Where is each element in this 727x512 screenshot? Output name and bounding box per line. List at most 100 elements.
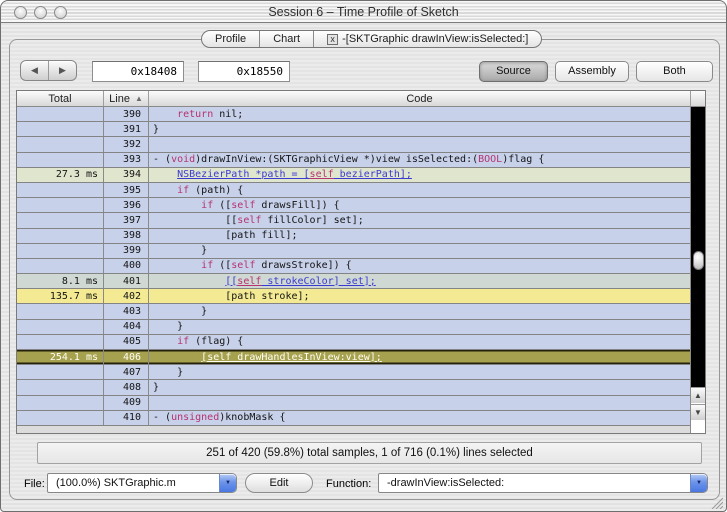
title-bar[interactable]: Session 6 – Time Profile of Sketch xyxy=(1,1,726,23)
code-cell: [self drawHandlesInView:view]; xyxy=(201,351,382,363)
table-row[interactable]: 408} xyxy=(17,380,690,396)
total-cell xyxy=(17,107,104,122)
table-row[interactable]: 254.1 ms 406 [self drawHandlesInView:view… xyxy=(17,350,690,366)
code-cell: [[self fillColor] set]; xyxy=(153,214,364,226)
table-row[interactable]: 405 if (flag) { xyxy=(17,334,690,350)
total-cell xyxy=(17,152,104,167)
line-number-cell: 402 xyxy=(104,289,149,304)
line-number-cell: 393 xyxy=(104,152,149,167)
code-cell xyxy=(149,396,690,410)
line-number-cell: 398 xyxy=(104,228,149,243)
tab-session[interactable]: x -[SKTGraphic drawInView:isSelected:] xyxy=(313,31,541,47)
total-cell xyxy=(17,410,104,425)
line-number-cell: 391 xyxy=(104,122,149,137)
line-number-cell: 407 xyxy=(104,365,149,380)
tab-session-label: -[SKTGraphic drawInView:isSelected:] xyxy=(342,33,529,45)
edit-button[interactable]: Edit xyxy=(245,473,313,493)
code-cell: - (unsigned)knobMask { xyxy=(153,412,286,424)
line-number-cell: 396 xyxy=(104,198,149,213)
both-view-button[interactable]: Both xyxy=(636,61,713,82)
total-cell xyxy=(17,182,104,198)
table-row[interactable]: 391} xyxy=(17,122,690,138)
line-number-cell: 406 xyxy=(104,350,149,365)
code-cell: if ([self drawsFill]) { xyxy=(201,199,340,211)
table-row[interactable]: 409 xyxy=(17,395,690,411)
table-row[interactable]: 27.3 ms 394 NSBezierPath *path = [self be… xyxy=(17,167,690,183)
table-row[interactable]: 396 if ([self drawsFill]) { xyxy=(17,198,690,214)
function-popup[interactable]: -drawInView:isSelected: ▼ xyxy=(378,473,708,493)
code-cell: } xyxy=(153,306,208,318)
total-cell: 135.7 ms xyxy=(17,289,104,304)
end-address-field[interactable] xyxy=(198,61,290,82)
back-button[interactable]: ◀ xyxy=(21,61,48,80)
table-row[interactable]: 410 - (unsigned)knobMask { xyxy=(17,410,690,426)
source-view-button[interactable]: Source xyxy=(479,61,548,82)
table-row[interactable]: 395 if (path) { xyxy=(17,182,690,199)
table-row[interactable]: 407 } xyxy=(17,365,690,381)
scroll-up-button[interactable]: ▲ xyxy=(691,387,705,403)
column-header-total[interactable]: Total xyxy=(17,91,104,106)
column-header-line[interactable]: Line ▲ xyxy=(104,91,149,106)
forward-button[interactable]: ▶ xyxy=(48,61,76,80)
forward-icon: ▶ xyxy=(59,65,66,75)
total-cell xyxy=(17,380,104,395)
table-row[interactable]: 392 xyxy=(17,137,690,153)
line-number-cell: 397 xyxy=(104,213,149,228)
total-cell xyxy=(17,304,104,319)
table-row[interactable]: 399 } xyxy=(17,243,690,259)
tab-close-icon[interactable]: x xyxy=(327,33,339,45)
total-cell xyxy=(17,228,104,243)
table-row[interactable]: 398 [path fill]; xyxy=(17,228,690,244)
tab-chart[interactable]: Chart xyxy=(259,31,313,47)
table-row[interactable]: 397 [[self fillColor] set]; xyxy=(17,213,690,229)
scrollbar-thumb[interactable] xyxy=(692,251,704,270)
line-number-cell: 403 xyxy=(104,304,149,319)
code-header-label: Code xyxy=(406,92,433,105)
total-cell xyxy=(17,213,104,228)
total-cell xyxy=(17,122,104,137)
table-row[interactable]: 135.7 ms 402 [path stroke]; xyxy=(17,289,690,305)
code-cell xyxy=(149,137,690,151)
table-row[interactable]: 393 - (void)drawInView:(SKTGraphicView *)… xyxy=(17,152,690,168)
total-cell xyxy=(17,334,104,349)
table-row[interactable]: 404 } xyxy=(17,319,690,335)
total-cell: 254.1 ms xyxy=(17,350,104,365)
table-row[interactable]: 8.1 ms 401 [[self strokeColor] set]; xyxy=(17,274,690,290)
line-number-cell: 394 xyxy=(104,167,149,182)
line-number-cell: 399 xyxy=(104,243,149,258)
table-header: Total Line ▲ Code xyxy=(17,91,705,107)
code-cell: [path fill]; xyxy=(153,230,298,242)
line-number-cell: 400 xyxy=(104,258,149,274)
resize-grip[interactable] xyxy=(709,495,723,509)
session-tab-bar: Profile Chart x -[SKTGraphic drawInView:… xyxy=(201,30,543,48)
file-popup[interactable]: (100.0%) SKTGraphic.m ▼ xyxy=(47,473,237,493)
scrollbar[interactable]: ▲ ▼ xyxy=(690,107,705,433)
line-number-cell: 401 xyxy=(104,274,149,289)
code-cell: if ([self drawsStroke]) { xyxy=(201,260,352,272)
start-address-field[interactable] xyxy=(92,61,184,82)
column-header-code[interactable]: Code xyxy=(149,91,691,106)
total-header-label: Total xyxy=(48,92,72,105)
assembly-view-button[interactable]: Assembly xyxy=(555,61,629,82)
file-label: File: xyxy=(24,478,45,490)
history-nav-control: ◀ ▶ xyxy=(20,60,77,81)
scroll-down-button[interactable]: ▼ xyxy=(691,404,705,420)
code-cell: } xyxy=(153,245,208,257)
code-cell: if (flag) { xyxy=(177,336,244,348)
scrollbar-track[interactable] xyxy=(691,107,705,387)
total-cell xyxy=(17,243,104,258)
line-number-cell: 390 xyxy=(104,107,149,122)
tab-profile[interactable]: Profile xyxy=(202,31,259,47)
file-popup-arrow-icon: ▼ xyxy=(219,474,236,492)
code-cell: [path stroke]; xyxy=(153,290,310,302)
code-table-body: 390 return nil; 391} 392 393- (void)drawInV… xyxy=(17,107,690,426)
function-popup-arrow-icon: ▼ xyxy=(690,474,707,492)
app-window: Session 6 – Time Profile of Sketch Profi… xyxy=(0,0,727,512)
table-row[interactable]: 400 if ([self drawsStroke]) { xyxy=(17,258,690,275)
code-cell: } xyxy=(153,321,184,333)
status-bar: 251 of 420 (59.8%) total samples, 1 of 7… xyxy=(37,442,702,464)
code-cell: } xyxy=(153,366,184,378)
table-row[interactable]: 403 } xyxy=(17,304,690,320)
table-row[interactable]: 390 return nil; xyxy=(17,107,690,123)
code-table: Total Line ▲ Code 390 return nil; 391} 392… xyxy=(16,90,706,434)
